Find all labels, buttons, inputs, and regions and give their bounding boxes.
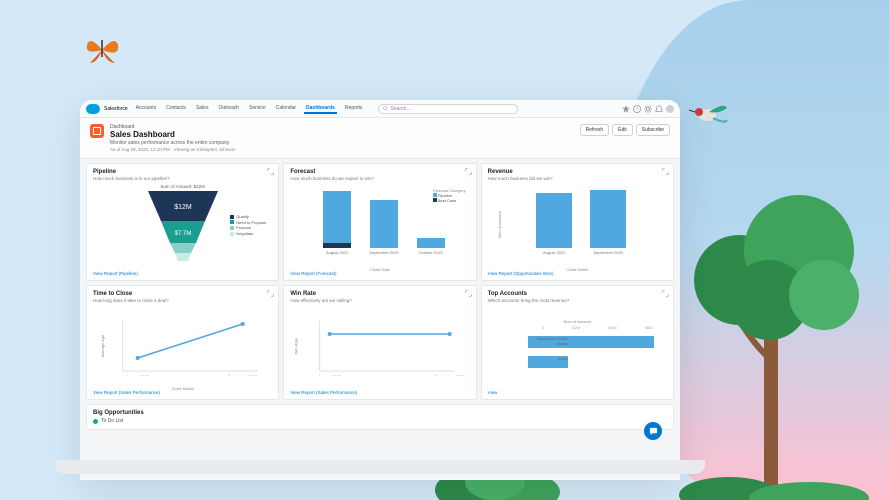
card-pipeline: Pipeline How much business is in our pip… <box>86 163 279 281</box>
card-subtitle: How long does it take to close a deal? <box>93 298 272 303</box>
expand-icon[interactable] <box>465 168 472 175</box>
page-title: Sales Dashboard <box>110 130 574 139</box>
x-axis-label: Close Date <box>370 267 390 272</box>
line-svg: August 2022 September 2022 <box>93 316 272 376</box>
funnel-svg: $12M $7.7M <box>143 191 223 261</box>
card-title: Pipeline <box>93 169 272 175</box>
expand-icon[interactable] <box>267 290 274 297</box>
view-report-link[interactable]: View Report (Sales Performance) <box>290 390 469 395</box>
card-subtitle: How effectively are we selling? <box>290 298 469 303</box>
card-title: Time to Close <box>93 291 272 297</box>
view-report-link[interactable]: View Report (Pipeline) <box>93 271 272 276</box>
status-dot-icon <box>93 419 98 424</box>
forecast-bars: August 2022 September 2022 October 2022 <box>305 195 455 255</box>
card-subtitle: How much business is in our pipeline? <box>93 176 272 181</box>
svg-text:?: ? <box>636 106 639 112</box>
revenue-chart: Sum of Amount August 2022 September 2022… <box>488 184 667 266</box>
funnel-legend: Qualify Need to Propose Propose Negotiat… <box>230 214 266 236</box>
expand-icon[interactable] <box>662 168 669 175</box>
expand-icon[interactable] <box>662 290 669 297</box>
funnel-chart: Sum of Amount: $22M $12M $7.7M Qualify N… <box>93 184 272 266</box>
svg-text:September 2022: September 2022 <box>228 374 258 376</box>
card-title: Revenue <box>488 169 667 175</box>
y-axis-label: Sum of Amount <box>497 211 502 238</box>
card-title: Forecast <box>290 169 469 175</box>
search-icon <box>383 106 388 111</box>
hummingbird-illustration <box>689 100 729 130</box>
card-title: Big Opportunities <box>93 410 667 416</box>
card-subtitle: How much business did we win? <box>488 176 667 181</box>
view-report-link[interactable]: View <box>488 390 667 395</box>
chat-fab[interactable] <box>644 422 662 440</box>
forecast-chart: Forecast Category Pipeline Best Case Aug… <box>290 184 469 266</box>
search-placeholder: Search… <box>390 106 411 112</box>
subscribe-button[interactable]: Subscribe <box>636 124 670 136</box>
topbar-actions: ? <box>622 105 674 113</box>
hbar-label: Wondrous Power Works <box>528 336 568 346</box>
forecast-legend: Forecast Category Pipeline Best Case <box>433 188 466 204</box>
svg-text:September 2022: September 2022 <box>435 374 465 376</box>
card-forecast: Forecast How much business do we expect … <box>283 163 476 281</box>
ttc-chart: Average Age August 2022 September 2022 C… <box>93 306 272 385</box>
winrate-chart: Win Rate August 2022 September 2022 <box>290 306 469 385</box>
svg-text:$7.7M: $7.7M <box>174 231 191 237</box>
header-text: Dashboard Sales Dashboard Monitor sales … <box>110 124 574 152</box>
header-actions: Refresh Edit Subscribe <box>580 124 670 136</box>
nav-tabs: Accounts Contacts Sales Outreach Service… <box>132 104 367 114</box>
page-subtitle: Monitor sales performance across the ent… <box>110 140 574 146</box>
tree-illustration <box>669 160 869 500</box>
expand-icon[interactable] <box>267 168 274 175</box>
funnel-metric: Sum of Amount: $22M <box>143 184 223 189</box>
bell-icon[interactable] <box>655 105 663 113</box>
tab-sales[interactable]: Sales <box>194 104 211 114</box>
card-subtitle: Which accounts bring the most revenue? <box>488 298 667 303</box>
app-topbar: Salesforce Accounts Contacts Sales Outre… <box>80 100 680 118</box>
chat-icon <box>649 427 658 436</box>
tab-outreach[interactable]: Outreach <box>216 104 241 114</box>
expand-icon[interactable] <box>465 290 472 297</box>
card-time-to-close: Time to Close How long does it take to c… <box>86 285 279 400</box>
todo-item: To Do List <box>93 418 667 424</box>
card-top-accounts: Top Accounts Which accounts bring the mo… <box>481 285 674 400</box>
card-subtitle: How much business do we expect to win? <box>290 176 469 181</box>
page-meta: As of Aug 29, 2022, 12:10 PM · Viewing a… <box>110 147 574 152</box>
edit-button[interactable]: Edit <box>612 124 633 136</box>
card-title: Top Accounts <box>488 291 667 297</box>
app-name: Salesforce <box>104 106 128 112</box>
tab-accounts[interactable]: Accounts <box>134 104 159 114</box>
top-accounts-chart: Sum of Amount 0 $2M $4M $6M Wondrous Pow… <box>488 306 667 385</box>
card-revenue: Revenue How much business did we win? Su… <box>481 163 674 281</box>
hbar-label: Acme <box>528 356 568 361</box>
card-title: Win Rate <box>290 291 469 297</box>
help-icon[interactable]: ? <box>633 105 641 113</box>
x-axis-label: Close Month <box>171 386 193 391</box>
tab-contacts[interactable]: Contacts <box>164 104 188 114</box>
global-search[interactable]: Search… <box>378 104 518 114</box>
tab-reports[interactable]: Reports <box>343 104 365 114</box>
hbars: Wondrous Power Works Acme <box>488 332 667 372</box>
card-win-rate: Win Rate How effectively are we selling?… <box>283 285 476 400</box>
salesforce-logo <box>86 104 100 114</box>
tab-service[interactable]: Service <box>247 104 268 114</box>
x-axis-label: Close Month <box>566 267 588 272</box>
svg-text:August 2022: August 2022 <box>319 374 342 376</box>
svg-text:$12M: $12M <box>174 204 192 211</box>
dashboard-icon <box>90 124 104 138</box>
refresh-button[interactable]: Refresh <box>580 124 610 136</box>
tab-calendar[interactable]: Calendar <box>274 104 298 114</box>
avatar-icon[interactable] <box>666 105 674 113</box>
gear-icon[interactable] <box>644 105 652 113</box>
star-icon[interactable] <box>622 105 630 113</box>
x-ticks: 0 $2M $4M $6M <box>488 324 667 332</box>
svg-text:August 2022: August 2022 <box>126 374 149 376</box>
line-svg: August 2022 September 2022 <box>290 316 469 376</box>
laptop-base <box>55 460 705 474</box>
dashboard-header: Dashboard Sales Dashboard Monitor sales … <box>80 118 680 159</box>
butterfly-illustration <box>85 35 120 65</box>
laptop-frame: Salesforce Accounts Contacts Sales Outre… <box>80 100 680 480</box>
todo-label: To Do List <box>101 418 123 424</box>
card-big-opportunities: Big Opportunities To Do List <box>86 404 674 430</box>
tab-dashboards[interactable]: Dashboards <box>304 104 337 114</box>
dashboard-grid: Pipeline How much business is in our pip… <box>80 159 680 404</box>
